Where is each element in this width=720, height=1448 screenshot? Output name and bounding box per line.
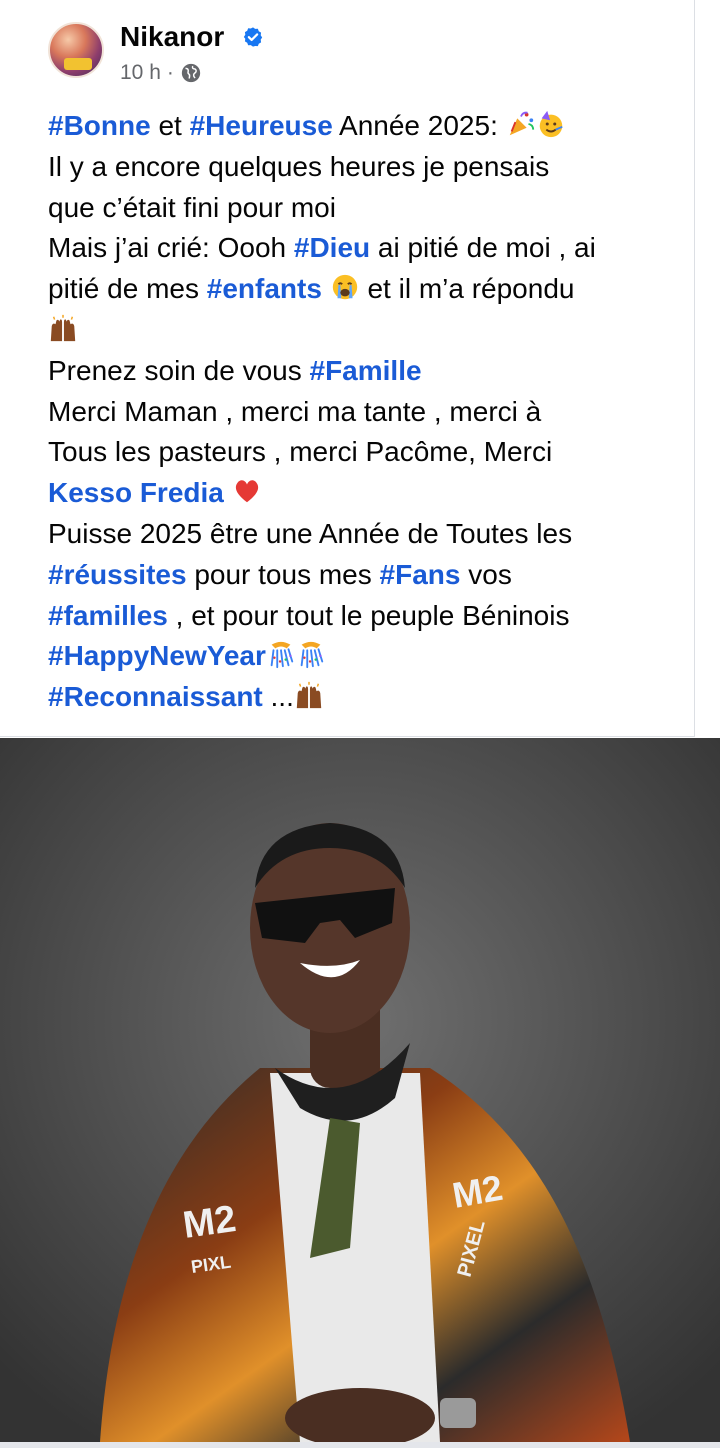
raising-hands-icon bbox=[294, 680, 324, 710]
post-text-segment: et il m’a répondu bbox=[359, 273, 575, 305]
hashtag-link[interactable]: #familles bbox=[48, 600, 168, 631]
post-text-line: pitié de mes #enfants et il m’a répondu bbox=[48, 269, 688, 310]
crying-face-icon bbox=[330, 272, 360, 302]
shirt-print-m2b: M2 bbox=[449, 1167, 505, 1216]
post-text-segment bbox=[322, 273, 330, 304]
party-popper-icon bbox=[506, 109, 536, 139]
post-text-line: Kesso Fredia bbox=[48, 473, 688, 514]
confetti-ball-icon bbox=[266, 639, 296, 669]
post-text-segment: Mais j’ai crié: Oooh bbox=[48, 232, 294, 264]
post-photo[interactable]: M2 M2 PIXEL PIXL bbox=[0, 738, 720, 1442]
hashtag-link[interactable]: #Heureuse bbox=[190, 110, 333, 141]
hashtag-link[interactable]: #Dieu bbox=[294, 232, 370, 263]
post-text-line: que c’était fini pour moi bbox=[48, 188, 688, 229]
confetti-ball-icon bbox=[296, 639, 326, 669]
hashtag-link[interactable]: #Reconnaissant bbox=[48, 681, 263, 712]
post-text-segment: et bbox=[150, 110, 190, 141]
hashtag-link[interactable]: Kesso Fredia bbox=[48, 477, 224, 508]
hashtag-link[interactable]: #enfants bbox=[207, 273, 322, 304]
post-text-segment: Tous les pasteurs , merci Pacôme, Merci bbox=[48, 436, 553, 468]
hashtag-link[interactable]: #HappyNewYear bbox=[48, 640, 266, 671]
post-text-segment: pitié de mes bbox=[48, 273, 207, 305]
post-text-segment: ... bbox=[262, 681, 294, 713]
post-text-segment: ai pitié de moi , ai bbox=[370, 232, 596, 264]
facebook-post: Nikanor 10 h · #Bonne et #Heureuse Année… bbox=[0, 0, 720, 1448]
post-text-line: #HappyNewYear bbox=[48, 636, 688, 677]
post-text-line: Il y a encore quelques heures je pensais bbox=[48, 147, 688, 188]
watch-shape bbox=[440, 1398, 476, 1428]
partying-face-icon bbox=[536, 109, 566, 139]
raising-hands-icon bbox=[48, 313, 78, 343]
author-name[interactable]: Nikanor bbox=[120, 20, 224, 54]
portrait-photo: M2 M2 PIXEL PIXL bbox=[0, 738, 720, 1442]
author-avatar[interactable] bbox=[48, 22, 104, 78]
meta-separator: · bbox=[166, 61, 174, 84]
shirt-print-m2: M2 bbox=[180, 1198, 238, 1247]
post-text-line: Mais j’ai crié: Oooh #Dieu ai pitié de m… bbox=[48, 228, 688, 269]
post-text-segment: , et pour tout le peuple Béninois bbox=[167, 599, 570, 631]
post-time[interactable]: 10 h bbox=[120, 60, 161, 86]
post-text-line: Puisse 2025 être une Année de Toutes les bbox=[48, 514, 688, 555]
post-meta: 10 h · bbox=[120, 60, 202, 86]
post-text-segment: vos bbox=[460, 558, 512, 590]
post-text: #Bonne et #Heureuse Année 2025: Il y a e… bbox=[48, 106, 688, 718]
post-text-segment: Année 2025: bbox=[332, 110, 506, 141]
post-text-segment: que c’était fini pour moi bbox=[48, 191, 336, 223]
post-text-line: Prenez soin de vous #Famille bbox=[48, 351, 688, 392]
hashtag-link[interactable]: #Famille bbox=[310, 355, 422, 386]
post-text-line: #réussites pour tous mes #Fans vos bbox=[48, 555, 688, 596]
post-text-line bbox=[48, 310, 688, 351]
post-divider bbox=[0, 1442, 720, 1448]
post-text-segment: Il y a encore quelques heures je pensais bbox=[48, 150, 550, 182]
post-text-line: #Bonne et #Heureuse Année 2025: bbox=[48, 106, 688, 147]
verified-badge-icon bbox=[243, 27, 263, 47]
globe-icon bbox=[181, 63, 201, 83]
hashtag-link[interactable]: #Fans bbox=[380, 559, 461, 590]
post-text-segment: pour tous mes bbox=[186, 558, 380, 590]
post-text-line: #familles , et pour tout le peuple Bénin… bbox=[48, 596, 688, 637]
red-heart-icon bbox=[232, 476, 262, 506]
post-text-segment: Puisse 2025 être une Année de Toutes les bbox=[48, 517, 573, 549]
hashtag-link[interactable]: #Bonne bbox=[48, 110, 151, 141]
post-header: Nikanor 10 h · bbox=[48, 20, 668, 84]
post-text-line: #Reconnaissant ... bbox=[48, 677, 688, 718]
hashtag-link[interactable]: #réussites bbox=[48, 559, 187, 590]
post-text-segment bbox=[224, 477, 232, 508]
post-text-segment: Merci Maman , merci ma tante , merci à bbox=[48, 395, 542, 427]
post-text-line: Merci Maman , merci ma tante , merci à bbox=[48, 392, 688, 433]
avatar-badge bbox=[64, 58, 92, 70]
post-text-line: Tous les pasteurs , merci Pacôme, Merci bbox=[48, 432, 688, 473]
post-text-segment: Prenez soin de vous bbox=[48, 354, 310, 386]
